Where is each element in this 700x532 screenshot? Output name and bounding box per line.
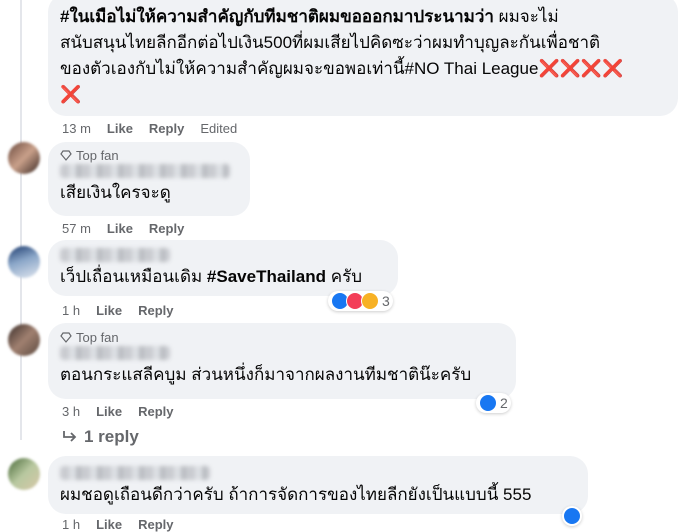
comment-meta-4: 3 h Like Reply (62, 404, 190, 419)
comment-meta-1: 13 m Like Reply Edited (62, 121, 253, 136)
edited-label: Edited (200, 121, 238, 136)
reply-button[interactable]: Reply (149, 221, 184, 236)
comment-text-fragment: ผมจะไม่ (493, 7, 559, 26)
avatar[interactable] (8, 246, 40, 278)
top-fan-label: Top fan (76, 329, 119, 345)
like-button[interactable]: Like (96, 404, 122, 419)
top-fan-badge: Top fan (60, 329, 504, 345)
like-button[interactable]: Like (107, 221, 133, 236)
comment-text-2: เสียเงินใครจะดู (60, 183, 171, 202)
author-name-blurred[interactable] (60, 248, 170, 262)
reaction-summary[interactable]: 3 (328, 291, 393, 311)
comment-text-3: เว็ปเถื่อนเหมือนเดิม #SaveThailand ครับ (60, 264, 386, 290)
reply-button[interactable]: Reply (138, 303, 173, 318)
like-button[interactable]: Like (96, 303, 122, 318)
comment-hashtag-bold[interactable]: #ในเมือไม่ให้ความสำคัญกับทีมชาติผมขอออกม… (60, 7, 494, 26)
comment-bubble-5: ผมชอดูเถือนดีกว่าครับ ถ้าการจัดการของไทย… (48, 456, 588, 514)
top-fan-badge: Top fan (60, 147, 238, 163)
avatar[interactable] (8, 324, 40, 356)
comment-hashtag-link[interactable]: #SaveThailand (207, 267, 326, 286)
like-button[interactable]: Like (107, 121, 133, 136)
comment-time[interactable]: 57 m (62, 221, 91, 236)
reaction-count: 2 (500, 395, 508, 411)
comment-time[interactable]: 1 h (62, 303, 80, 318)
avatar[interactable] (8, 458, 40, 490)
comment-text-5: ผมชอดูเถือนดีกว่าครับ ถ้าการจัดการของไทย… (60, 485, 532, 504)
reaction-summary[interactable] (562, 506, 582, 526)
thread-line (20, 0, 22, 440)
diamond-icon (60, 332, 72, 343)
haha-reaction-icon (361, 292, 379, 310)
diamond-icon (60, 150, 72, 161)
comment-bubble-1: #ในเมือไม่ให้ความสำคัญกับทีมชาติผมขอออกม… (48, 0, 678, 116)
comment-text-1: #ในเมือไม่ให้ความสำคัญกับทีมชาติผมขอออกม… (60, 2, 666, 108)
comment-bubble-2: Top fan เสียเงินใครจะดู (48, 142, 250, 216)
like-reaction-icon (563, 507, 581, 525)
reply-button[interactable]: Reply (138, 404, 173, 419)
comment-text-fragment: เว็ปเถื่อนเหมือนเดิม (60, 267, 207, 286)
comment-text-line: สนับสนุนไทยลีกอีกต่อไปเงิน500ที่ผมเสียไป… (60, 33, 601, 52)
avatar[interactable] (8, 142, 40, 174)
comment-meta-3: 1 h Like Reply (62, 303, 190, 318)
cross-mark-icons: ❌❌❌❌ (538, 59, 624, 78)
author-name-blurred[interactable] (60, 466, 210, 480)
comment-time[interactable]: 3 h (62, 404, 80, 419)
reaction-count: 3 (382, 293, 390, 309)
comment-text-4: ตอนกระแสลีคบูม ส่วนหนึ่งก็มาจากผลงานทีมช… (60, 365, 472, 384)
comment-bubble-4: Top fan ตอนกระแสลีคบูม ส่วนหนึ่งก็มาจากผ… (48, 323, 516, 399)
top-fan-label: Top fan (76, 147, 119, 163)
comment-meta-2: 57 m Like Reply (62, 221, 200, 236)
reaction-summary[interactable]: 2 (476, 393, 511, 413)
like-reaction-icon (479, 394, 497, 412)
reply-button[interactable]: Reply (149, 121, 184, 136)
cross-mark-icon: ❌ (60, 85, 82, 104)
comment-bubble-3: เว็ปเถื่อนเหมือนเดิม #SaveThailand ครับ (48, 240, 398, 296)
comment-hashtag-link[interactable]: #NO Thai League (405, 59, 539, 78)
replies-count-label[interactable]: 1 reply (84, 427, 139, 447)
reply-arrow-icon (63, 431, 77, 442)
comment-text-fragment: ครับ (325, 267, 363, 286)
comment-text-line: ของตัวเองกับไม่ให้ความสำคัญผมจะขอพอเท่าน… (60, 59, 405, 78)
author-name-blurred[interactable] (60, 346, 170, 360)
author-name-blurred[interactable] (60, 164, 230, 178)
comment-time[interactable]: 13 m (62, 121, 91, 136)
view-replies-link[interactable]: 1 reply (62, 427, 139, 447)
